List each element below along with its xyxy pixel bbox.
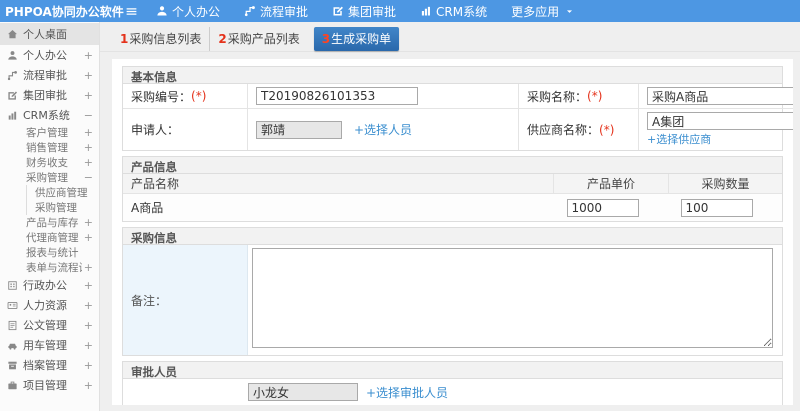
select-person-link[interactable]: +选择人员 [354,121,412,138]
applicant-cell: +选择人员 [248,109,519,150]
sidebar-item-admin-office[interactable]: 行政办公 + [0,275,99,295]
sidebar-item-purchase-mgmt-sub[interactable]: 采购管理 [27,200,99,215]
person-icon [156,5,168,17]
required-mark: (*) [215,404,230,405]
product-price-cell [554,194,669,221]
remark-cell [248,245,782,355]
sidebar-item-document-mgmt[interactable]: 公文管理 + [0,315,99,335]
chart-icon [420,5,432,17]
section-title: 审批人员 [123,362,782,379]
building-icon [7,280,23,291]
sidebar-item-product-inventory[interactable]: 产品与库存 + [0,215,99,230]
sidebar-item-form-flow-settings[interactable]: 表单与流程设置 + [0,260,99,275]
supplier-cell: +选择供应商 [639,109,793,150]
sidebar-item-reports[interactable]: 报表与统计 [0,245,99,260]
approver-input[interactable] [248,383,358,401]
tab-generate-purchase-order[interactable]: 3 生成采购单 [313,27,400,51]
sidebar-item-purchase-mgmt[interactable]: 采购管理 − [0,170,99,185]
approval-cell: +选择审批人员 提醒审批人员： 短消息提示 注：流程第一步审批人员，这里选择你的… [248,379,782,405]
chart-icon [7,110,23,121]
col-product-price: 产品单价 [554,174,669,194]
sidebar-item-customer-mgmt[interactable]: 客户管理 + [0,125,99,140]
tab-purchase-info-list[interactable]: 1 采购信息列表 [112,27,211,51]
tab-purchase-product-list[interactable]: 2 采购产品列表 [210,27,307,51]
section-basic-info: 基本信息 采购编号： (*) 采购名称： (*) [122,66,793,151]
sidebar-item-sales-mgmt[interactable]: 销售管理 + [0,140,99,155]
flow-icon [7,70,23,81]
form-panel: 基本信息 采购编号： (*) 采购名称： (*) [112,59,793,405]
sidebar-item-personal-desktop[interactable]: 个人桌面 [0,23,99,45]
remark-textarea[interactable] [252,248,773,348]
applicant-label: 申请人： [123,109,248,150]
sidebar-item-finance[interactable]: 财务收支 + [0,155,99,170]
purchase-submenu: 供应商管理 采购管理 [26,185,99,215]
supplier-input[interactable] [647,112,793,130]
remark-label: 备注： [123,245,248,355]
nav-personal-office[interactable]: 个人办公 [144,0,232,22]
app-logo: PHPOA协同办公软件 [5,4,124,19]
nav-more-apps[interactable]: 更多应用 [499,0,586,22]
document-icon [7,320,23,331]
purchase-name-input[interactable] [647,87,793,105]
section-title: 产品信息 [123,157,782,174]
purchase-qty-input[interactable] [680,198,753,217]
nav-workflow-approval[interactable]: 流程审批 [232,0,320,22]
section-title: 基本信息 [123,67,782,84]
sidebar-item-project-mgmt[interactable]: 项目管理 + [0,375,99,395]
archive-icon [7,360,23,371]
purchase-no-cell [248,84,519,109]
supplier-label: 供应商名称： (*) [519,109,639,150]
edit-icon [332,5,344,17]
purchase-no-label: 采购编号： (*) [123,84,248,109]
required-mark: (*) [599,122,615,137]
required-mark: (*) [587,89,603,103]
id-card-icon [7,300,23,311]
remind-approver-label: 提醒审批人员： [248,403,332,405]
sidebar-item-agent-mgmt[interactable]: 代理商管理 + [0,230,99,245]
car-icon [7,340,23,351]
col-product-name: 产品名称 [123,174,554,194]
purchase-name-label: 采购名称： (*) [519,84,639,109]
sidebar-item-supplier-mgmt[interactable]: 供应商管理 [27,185,99,200]
product-name-cell: A商品 [123,194,554,221]
sidebar-item-workflow-approval[interactable]: 流程审批 + [0,65,99,85]
purchase-qty-cell [669,194,782,221]
select-approver-link[interactable]: +选择审批人员 [366,384,448,401]
sidebar-item-vehicle-mgmt[interactable]: 用车管理 + [0,335,99,355]
required-mark: (*) [191,89,207,103]
top-bar: PHPOA协同办公软件 个人办公 流程审批 集团审批 CRM系统 更多应用 [0,0,800,22]
top-nav: 个人办公 流程审批 集团审批 CRM系统 更多应用 [144,0,586,22]
main-content: 1 采购信息列表 2 采购产品列表 3 生成采购单 基本信息 采购编号： (*) [100,22,800,411]
applicant-input[interactable] [256,120,342,139]
sidebar-item-personal-office[interactable]: 个人办公 + [0,45,99,65]
menu-toggle-icon[interactable] [118,5,144,18]
edit-icon [7,90,23,101]
purchase-no-input[interactable] [256,87,418,105]
purchase-name-cell [639,84,793,109]
briefcase-icon [7,380,23,391]
product-price-input[interactable] [566,198,639,217]
set-approver-label: 设置审批人员： (*) [123,379,248,405]
col-purchase-qty: 采购数量 [669,174,782,194]
tab-strip: 1 采购信息列表 2 采购产品列表 3 生成采购单 [100,22,800,52]
sidebar-item-group-approval[interactable]: 集团审批 + [0,85,99,105]
sms-remind-label: 短消息提示 [355,403,415,405]
sidebar-item-archive-mgmt[interactable]: 档案管理 + [0,355,99,375]
section-title: 采购信息 [123,228,782,245]
sidebar-item-crm-system[interactable]: CRM系统 − [0,105,99,125]
person-icon [7,50,23,61]
section-purchase-info: 采购信息 备注： [122,227,783,356]
nav-group-approval[interactable]: 集团审批 [320,0,408,22]
sidebar-item-hr[interactable]: 人力资源 + [0,295,99,315]
home-icon [7,29,23,40]
section-approval: 审批人员 设置审批人员： (*) +选择审批人员 提醒审批人员： [122,361,783,405]
sidebar: 个人桌面 个人办公 + 流程审批 + 集团审批 + CRM系统 − 客户管理 + [0,22,100,411]
flow-icon [244,5,256,17]
caret-down-icon [565,7,574,16]
section-product-info: 产品信息 产品名称 产品单价 采购数量 A商品 [122,156,783,222]
nav-crm-system[interactable]: CRM系统 [408,0,499,22]
select-supplier-link[interactable]: +选择供应商 [647,131,793,147]
